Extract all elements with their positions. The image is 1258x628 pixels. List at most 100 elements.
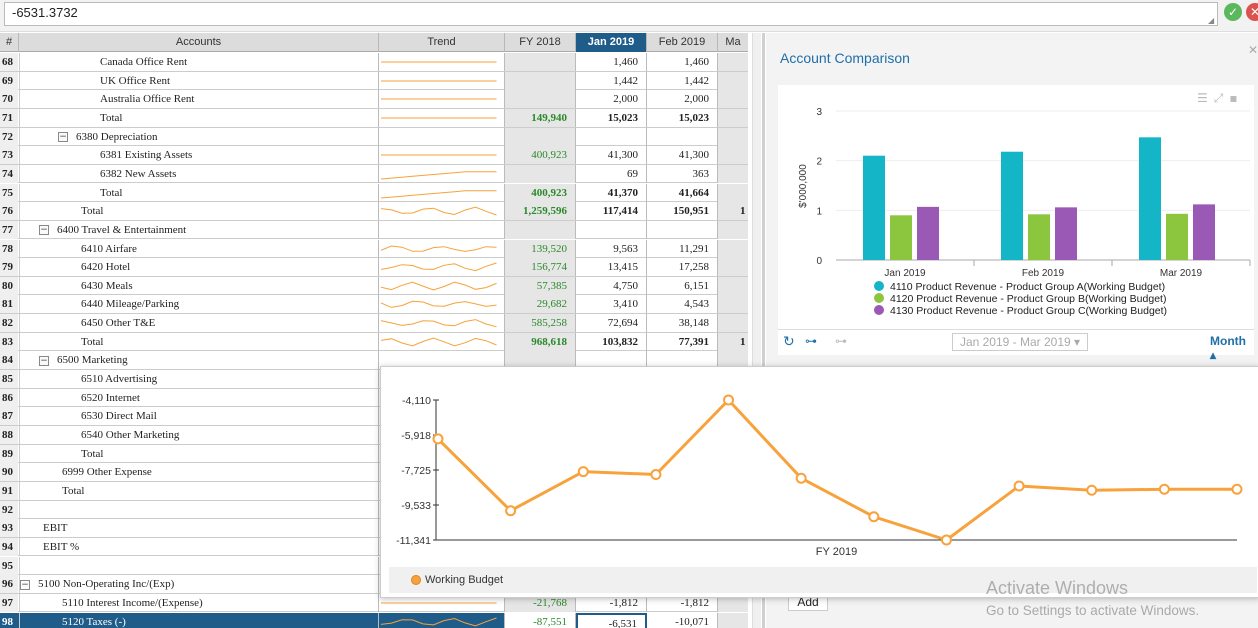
table-row[interactable]: 81 6440 Mileage/Parking 29,682 3,410 4,543 xyxy=(0,295,748,315)
account-cell[interactable]: 6999 Other Expense xyxy=(19,463,379,482)
collapse-icon[interactable]: − xyxy=(58,132,68,143)
feb2019-cell[interactable]: 363 xyxy=(647,164,718,183)
account-cell[interactable]: Total xyxy=(19,444,379,463)
mar2019-cell[interactable]: 1 xyxy=(718,332,748,351)
feb2019-cell[interactable] xyxy=(647,220,718,239)
feb2019-cell[interactable]: 41,300 xyxy=(647,146,718,165)
fy2018-cell[interactable] xyxy=(505,53,576,71)
cancel-x-icon[interactable]: ✕ xyxy=(1246,3,1258,21)
mar2019-cell[interactable] xyxy=(718,258,748,277)
account-cell[interactable]: 6410 Airfare xyxy=(19,239,379,258)
account-cell[interactable]: Total xyxy=(19,202,379,221)
jan2019-cell[interactable]: 9,563 xyxy=(576,239,647,258)
period-select[interactable]: Month ▴ xyxy=(1210,334,1254,362)
feb2019-cell[interactable]: 2,000 xyxy=(647,90,718,109)
mar2019-cell[interactable] xyxy=(718,239,748,258)
feb2019-cell[interactable]: 15,023 xyxy=(647,108,718,127)
fy2018-cell[interactable] xyxy=(505,90,576,109)
account-cell[interactable]: Total xyxy=(19,481,379,500)
mar2019-cell[interactable]: 1 xyxy=(718,202,748,221)
mar2019-cell[interactable] xyxy=(718,612,748,628)
jan2019-cell[interactable]: -6,531 xyxy=(576,612,647,628)
col-header-fy2018[interactable]: FY 2018 xyxy=(505,33,576,52)
mar2019-cell[interactable] xyxy=(718,90,748,109)
slider-toggle-off-icon[interactable]: ⊶ xyxy=(835,334,847,348)
jan2019-cell[interactable]: 13,415 xyxy=(576,258,647,277)
mar2019-cell[interactable] xyxy=(718,183,748,202)
col-header-accounts[interactable]: Accounts xyxy=(19,33,379,52)
account-cell[interactable]: 6530 Direct Mail xyxy=(19,407,379,426)
legend-item[interactable]: 4130 Product Revenue - Product Group C(W… xyxy=(874,305,1167,317)
account-cell[interactable] xyxy=(19,500,379,519)
mar2019-cell[interactable] xyxy=(718,220,748,239)
fy2018-cell[interactable]: 156,774 xyxy=(505,258,576,277)
collapse-icon[interactable]: − xyxy=(39,355,49,366)
fy2018-cell[interactable]: 139,520 xyxy=(505,239,576,258)
jan2019-cell[interactable]: 4,750 xyxy=(576,276,647,295)
fy2018-cell[interactable] xyxy=(505,220,576,239)
jan2019-cell[interactable]: 2,000 xyxy=(576,90,647,109)
close-icon[interactable]: ✕ xyxy=(1248,43,1258,57)
table-row[interactable]: 72−6380 Depreciation xyxy=(0,127,748,147)
fy2018-cell[interactable]: 29,682 xyxy=(505,295,576,314)
feb2019-cell[interactable]: -10,071 xyxy=(647,612,718,628)
formula-input[interactable]: -6531.3732 xyxy=(4,2,1218,26)
mar2019-cell[interactable] xyxy=(718,314,748,333)
date-range-select[interactable]: Jan 2019 - Mar 2019 ▾ xyxy=(952,333,1088,351)
account-cell[interactable]: 6510 Advertising xyxy=(19,370,379,389)
mar2019-cell[interactable] xyxy=(718,127,748,146)
fy2018-cell[interactable]: 149,940 xyxy=(505,108,576,127)
jan2019-cell[interactable]: 103,832 xyxy=(576,332,647,351)
slider-toggle-icon[interactable]: ⊶ xyxy=(805,334,817,348)
collapse-icon[interactable]: − xyxy=(20,579,30,590)
save-icon[interactable]: ▪ xyxy=(1229,91,1243,105)
account-cell[interactable]: EBIT % xyxy=(19,537,379,556)
table-row[interactable]: 78 6410 Airfare 139,520 9,563 11,291 xyxy=(0,239,748,259)
table-row[interactable]: 73 6381 Existing Assets 400,923 41,300 41,30… xyxy=(0,146,748,165)
account-cell[interactable]: 6540 Other Marketing xyxy=(19,426,379,444)
confirm-check-icon[interactable]: ✓ xyxy=(1224,3,1242,21)
table-row[interactable]: 79 6420 Hotel 156,774 13,415 17,258 xyxy=(0,258,748,277)
table-row[interactable]: 82 6450 Other T&E 585,258 72,694 38,148 xyxy=(0,314,748,333)
table-row[interactable]: 69 UK Office Rent 1,442 1,442 xyxy=(0,71,748,91)
fy2018-cell[interactable]: -87,551 xyxy=(505,612,576,628)
col-header-trend[interactable]: Trend xyxy=(379,33,505,52)
account-cell[interactable]: 6382 New Assets xyxy=(19,164,379,183)
jan2019-cell[interactable]: 3,410 xyxy=(576,295,647,314)
col-header-jan2019[interactable]: Jan 2019 xyxy=(576,33,647,52)
jan2019-cell[interactable] xyxy=(576,220,647,239)
jan2019-cell[interactable]: 1,460 xyxy=(576,53,647,71)
fy2018-cell[interactable]: 1,259,596 xyxy=(505,202,576,221)
feb2019-cell[interactable]: 41,664 xyxy=(647,183,718,202)
table-row[interactable]: 68 Canada Office Rent 1,460 1,460 xyxy=(0,53,748,72)
account-cell[interactable]: 5120 Taxes (-) xyxy=(19,612,379,628)
feb2019-cell[interactable]: 1,460 xyxy=(647,53,718,71)
account-cell[interactable]: Australia Office Rent xyxy=(19,90,379,109)
table-row[interactable]: 98 5120 Taxes (-) -87,551 -6,531 -10,071 xyxy=(0,612,748,628)
fy2018-cell[interactable]: 585,258 xyxy=(505,314,576,333)
fy2018-cell[interactable] xyxy=(505,127,576,146)
feb2019-cell[interactable]: 11,291 xyxy=(647,239,718,258)
account-cell[interactable]: Total xyxy=(19,183,379,202)
collapse-icon[interactable]: − xyxy=(39,225,49,236)
feb2019-cell[interactable]: 77,391 xyxy=(647,332,718,351)
table-row[interactable]: 80 6430 Meals 57,385 4,750 6,151 xyxy=(0,276,748,296)
feb2019-cell[interactable]: 6,151 xyxy=(647,276,718,295)
fy2018-cell[interactable]: 57,385 xyxy=(505,276,576,295)
fy2018-cell[interactable]: 400,923 xyxy=(505,183,576,202)
account-cell[interactable]: −6500 Marketing xyxy=(19,351,379,370)
legend-item[interactable]: 4110 Product Revenue - Product Group A(W… xyxy=(874,281,1165,293)
feb2019-cell[interactable]: 17,258 xyxy=(647,258,718,277)
col-header-mar2019[interactable]: Ma xyxy=(718,33,748,52)
account-cell[interactable]: UK Office Rent xyxy=(19,71,379,90)
account-cell[interactable]: 5110 Interest Income/(Expense) xyxy=(19,593,379,612)
feb2019-cell[interactable]: 150,951 xyxy=(647,202,718,221)
jan2019-cell[interactable]: 1,442 xyxy=(576,71,647,90)
account-cell[interactable]: EBIT xyxy=(19,519,379,538)
table-row[interactable]: 76 Total 1,259,596 117,414 150,951 1 xyxy=(0,202,748,221)
expand-icon[interactable]: ⤢ xyxy=(1214,91,1230,105)
mar2019-cell[interactable] xyxy=(718,53,748,71)
menu-icon[interactable]: ☰ xyxy=(1197,91,1214,105)
account-cell[interactable]: 6520 Internet xyxy=(19,388,379,407)
jan2019-cell[interactable] xyxy=(576,127,647,146)
